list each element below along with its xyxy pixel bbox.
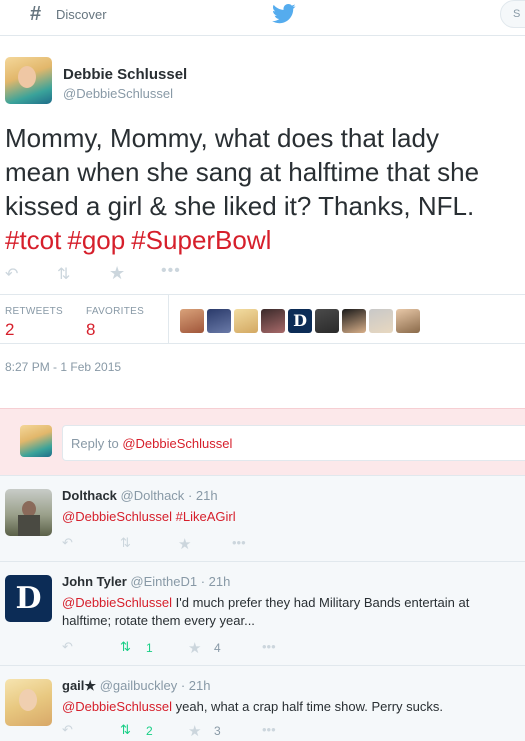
reply-author-handle[interactable]: @Dolthack <box>121 488 185 503</box>
retweet-count: 2 <box>146 724 153 738</box>
favoriter-avatar[interactable] <box>315 309 339 333</box>
favoriter-avatar[interactable] <box>369 309 393 333</box>
reply-tweet[interactable]: D John Tyler @EintheD1 · 21h @DebbieSchl… <box>0 562 525 666</box>
reply-avatar[interactable] <box>5 489 52 536</box>
favorite-star-icon[interactable]: ★ <box>178 535 191 553</box>
favoriter-avatar[interactable] <box>207 309 231 333</box>
reply-actions: ↶ ⇅ ★ ••• <box>62 535 322 553</box>
reply-header: Dolthack @Dolthack · 21h <box>62 488 218 503</box>
favoriter-avatar[interactable] <box>396 309 420 333</box>
tweet-actions: ↶ ⇅ ★ ••• <box>5 262 205 284</box>
reply-input[interactable]: Reply to @DebbieSchlussel <box>62 425 525 461</box>
main-tweet: Debbie Schlussel @DebbieSchlussel Mommy,… <box>0 36 525 408</box>
more-icon[interactable]: ••• <box>232 535 246 550</box>
favoriter-avatar[interactable]: D <box>288 309 312 333</box>
retweets-label: RETWEETS <box>5 306 63 317</box>
reply-placeholder: Reply to <box>71 436 123 451</box>
more-icon[interactable]: ••• <box>161 262 181 280</box>
reply-tweet[interactable]: Dolthack @Dolthack · 21h @DebbieSchlusse… <box>0 476 525 562</box>
reply-avatar[interactable] <box>5 679 52 726</box>
reply-icon[interactable]: ↶ <box>62 535 73 551</box>
tweet-hashtags: #tcot #gop #SuperBowl <box>5 223 277 257</box>
reply-actions: ↶ ⇅ 2 ★ 3 ••• <box>62 722 322 740</box>
retweet-icon[interactable]: ⇅ <box>120 639 131 655</box>
favorite-star-icon[interactable]: ★ <box>188 639 201 657</box>
tigers-logo-avatar[interactable]: D <box>5 575 52 622</box>
tweet-timestamp[interactable]: 8:27 PM - 1 Feb 2015 <box>5 360 121 374</box>
reply-icon[interactable]: ↶ <box>5 264 18 284</box>
favoriter-avatar[interactable] <box>342 309 366 333</box>
user-avatar <box>20 425 52 457</box>
favoriter-avatar[interactable] <box>180 309 204 333</box>
hashtag-link[interactable]: #tcot <box>5 225 61 255</box>
reply-text: @DebbieSchlussel I'd much prefer they ha… <box>62 594 517 630</box>
author-name[interactable]: Debbie Schlussel <box>63 66 187 83</box>
tweet-text: Mommy, Mommy, what does that lady mean w… <box>5 123 480 221</box>
reply-author-handle[interactable]: @EintheD1 <box>130 574 197 589</box>
author-avatar[interactable] <box>5 57 52 104</box>
more-icon[interactable]: ••• <box>262 722 276 737</box>
reply-author-name[interactable]: John Tyler <box>62 574 127 589</box>
retweet-icon[interactable]: ⇅ <box>120 535 131 551</box>
hashtag-icon[interactable]: # <box>30 3 41 26</box>
retweet-count: 1 <box>146 641 153 655</box>
favorite-star-icon[interactable]: ★ <box>109 263 125 284</box>
retweets-count[interactable]: 2 <box>5 320 14 340</box>
reply-author-handle[interactable]: @gailbuckley <box>100 678 178 693</box>
reply-composer: Reply to @DebbieSchlussel <box>0 408 525 476</box>
retweet-icon[interactable]: ⇅ <box>120 722 131 738</box>
hashtag-link[interactable]: #gop <box>67 225 125 255</box>
reply-text: @DebbieSchlussel #LikeAGirl <box>62 508 517 526</box>
hashtag-link[interactable]: #SuperBowl <box>131 225 271 255</box>
favoriter-avatar[interactable] <box>261 309 285 333</box>
reply-text: @DebbieSchlussel yeah, what a crap half … <box>62 698 517 716</box>
tweet-stats: RETWEETS 2 FAVORITES 8 D <box>0 294 525 344</box>
reply-mention-link[interactable]: @DebbieSchlussel <box>62 509 172 524</box>
search-input[interactable]: S <box>500 0 525 28</box>
twitter-bird-icon[interactable] <box>272 4 296 24</box>
reply-mention-link[interactable]: @DebbieSchlussel <box>62 595 172 610</box>
favorites-count[interactable]: 8 <box>86 320 95 340</box>
reply-icon[interactable]: ↶ <box>62 722 73 738</box>
more-icon[interactable]: ••• <box>262 639 276 654</box>
favorite-count: 4 <box>214 641 221 655</box>
favoriter-avatar[interactable] <box>234 309 258 333</box>
reply-body: yeah, what a crap half time show. Perry … <box>172 699 443 714</box>
reply-mention-link[interactable]: @DebbieSchlussel <box>62 699 172 714</box>
retweet-icon[interactable]: ⇅ <box>57 264 70 284</box>
discover-link[interactable]: Discover <box>56 7 107 22</box>
top-nav-bar: # Discover S <box>0 0 525 36</box>
reply-mention: @DebbieSchlussel <box>122 436 233 451</box>
reply-body: #LikeAGirl <box>172 509 236 524</box>
favorite-star-icon[interactable]: ★ <box>188 722 201 740</box>
reply-time[interactable]: · 21h <box>181 678 211 693</box>
reply-time[interactable]: · 21h <box>201 574 231 589</box>
favoriters-avatars: D <box>180 309 420 333</box>
favorite-count: 3 <box>214 724 221 738</box>
reply-actions: ↶ ⇅ 1 ★ 4 ••• <box>62 639 322 657</box>
reply-header: John Tyler @EintheD1 · 21h <box>62 574 230 589</box>
reply-header: gail★ @gailbuckley · 21h <box>62 678 210 694</box>
reply-author-name[interactable]: Dolthack <box>62 488 117 503</box>
favorites-label: FAVORITES <box>86 306 145 317</box>
reply-author-name[interactable]: gail★ <box>62 678 96 693</box>
reply-icon[interactable]: ↶ <box>62 639 73 655</box>
reply-tweet[interactable]: gail★ @gailbuckley · 21h @DebbieSchlusse… <box>0 666 525 741</box>
author-handle[interactable]: @DebbieSchlussel <box>63 86 173 101</box>
reply-time[interactable]: · 21h <box>188 488 218 503</box>
